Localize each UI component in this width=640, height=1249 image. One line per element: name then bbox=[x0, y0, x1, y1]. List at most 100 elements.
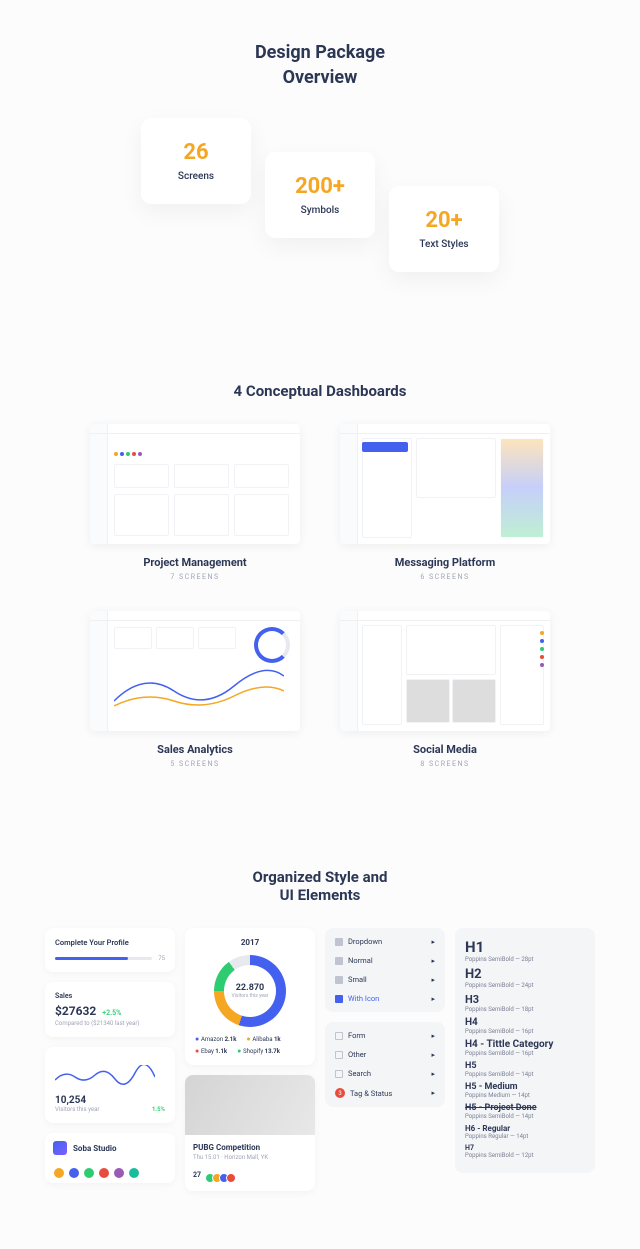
menu-item[interactable]: Normal ▸ bbox=[325, 951, 445, 970]
visitors-pct: 1.5% bbox=[152, 1106, 165, 1113]
menu-label: Tag & Status bbox=[350, 1089, 392, 1098]
type-spec: Poppins SemiBold — 28pt bbox=[465, 956, 585, 963]
chevron-right-icon: ▸ bbox=[431, 938, 435, 946]
sales-pct: +2.5% bbox=[102, 1009, 121, 1017]
hero-title-2: Overview bbox=[0, 65, 640, 90]
event-card: PUBG Competition Thu 15.01 · Horizon Mal… bbox=[185, 1075, 315, 1191]
ui-elements-row: Complete Your Profile 75 Sales $27632 +2… bbox=[0, 928, 640, 1191]
stats-row: 26 Screens 200+ Symbols 20+ Text Styles bbox=[0, 118, 640, 272]
dashboard-title: Sales Analytics bbox=[90, 743, 300, 756]
stat-num: 200+ bbox=[285, 174, 355, 199]
legend-item: Amazon 2.1k bbox=[195, 1035, 236, 1043]
chevron-right-icon: ▸ bbox=[431, 995, 435, 1003]
type-row: H4 Poppins SemiBold — 16pt bbox=[465, 1017, 585, 1035]
type-heading: H2 bbox=[465, 967, 585, 982]
sales-card: Sales $27632 +2.5% Compared to ($21340 l… bbox=[45, 982, 175, 1037]
typography-list: H1 Poppins SemiBold — 28pt H2 Poppins Se… bbox=[455, 928, 595, 1173]
dashboard-title: Project Management bbox=[90, 556, 300, 569]
dashboards-heading: 4 Conceptual Dashboards bbox=[0, 382, 640, 400]
menu-item[interactable]: Form ▸ bbox=[325, 1026, 445, 1045]
type-spec: Poppins SemiBold — 14pt bbox=[465, 1113, 585, 1120]
hero-title-1: Design Package bbox=[0, 40, 640, 65]
event-sub: Thu 15.01 · Horizon Mall, YK bbox=[193, 1154, 307, 1161]
menu-icon bbox=[335, 938, 343, 946]
menu-item[interactable]: Dropdown ▸ bbox=[325, 932, 445, 951]
type-heading: H5 - Medium bbox=[465, 1082, 585, 1092]
type-heading: H4 bbox=[465, 1017, 585, 1028]
menu-list-2: Form ▸ Other ▸ Search ▸ 3Tag & Status ▸ bbox=[325, 1022, 445, 1107]
event-count: 27 bbox=[193, 1171, 201, 1179]
menu-icon bbox=[335, 995, 343, 1003]
type-row: H1 Poppins SemiBold — 28pt bbox=[465, 938, 585, 963]
soba-logo-icon bbox=[53, 1141, 67, 1155]
ui-heading-2: UI Elements bbox=[0, 886, 640, 904]
dashboard-title: Social Media bbox=[340, 743, 550, 756]
soba-card: Soba Studio bbox=[45, 1133, 175, 1183]
avatar-row bbox=[45, 1163, 175, 1183]
stat-num: 20+ bbox=[409, 208, 479, 233]
menu-item[interactable]: With Icon ▸ bbox=[325, 989, 445, 1008]
stat-card: 26 Screens bbox=[141, 118, 251, 204]
menu-icon bbox=[335, 1051, 343, 1059]
donut-sub: Visitors this year bbox=[232, 993, 269, 999]
type-spec: Poppins SemiBold — 14pt bbox=[465, 1071, 585, 1078]
type-spec: Poppins Regular — 14pt bbox=[465, 1133, 585, 1140]
sparkline-icon bbox=[55, 1065, 155, 1087]
type-row: H5 - Medium Poppins Medium — 14pt bbox=[465, 1082, 585, 1099]
soba-name: Soba Studio bbox=[73, 1144, 116, 1153]
type-spec: Poppins Medium — 14pt bbox=[465, 1092, 585, 1099]
type-row: H7 Poppins SemiBold — 12pt bbox=[465, 1144, 585, 1159]
dashboard-thumb bbox=[340, 611, 550, 731]
menu-label: Normal bbox=[348, 956, 373, 965]
visitors-sub: Visitors this year bbox=[55, 1106, 99, 1113]
dashboard-title: Messaging Platform bbox=[340, 556, 550, 569]
menu-item[interactable]: Small ▸ bbox=[325, 970, 445, 989]
sales-sub: Compared to ($21340 last year) bbox=[55, 1020, 165, 1027]
dashboard-thumb bbox=[90, 424, 300, 544]
sales-value: $27632 bbox=[55, 1004, 96, 1018]
type-heading: H1 bbox=[465, 938, 585, 956]
menu-label: With Icon bbox=[348, 994, 379, 1003]
menu-icon bbox=[335, 957, 343, 965]
donut-chart-icon: 22.870 Visitors this year bbox=[214, 955, 286, 1027]
type-heading: H7 bbox=[465, 1144, 585, 1152]
menu-item[interactable]: Other ▸ bbox=[325, 1045, 445, 1064]
type-row: H6 - Regular Poppins Regular — 14pt bbox=[465, 1124, 585, 1140]
menu-label: Other bbox=[348, 1050, 366, 1059]
dashboard-sub: 6 Screens bbox=[340, 573, 550, 581]
visitors-num: 10,254 bbox=[55, 1095, 99, 1106]
menu-label: Form bbox=[348, 1031, 365, 1040]
menu-icon bbox=[335, 1070, 343, 1078]
dashboard-sub: 8 Screens bbox=[340, 760, 550, 768]
menu-item[interactable]: 3Tag & Status ▸ bbox=[325, 1083, 445, 1103]
dashboard-item: Sales Analytics 5 Screens bbox=[90, 611, 300, 768]
donut-year: 2017 bbox=[195, 938, 305, 947]
dashboard-item: Project Management 7 Screens bbox=[90, 424, 300, 581]
profile-label: Complete Your Profile bbox=[55, 938, 165, 947]
menu-icon bbox=[335, 1032, 343, 1040]
dashboard-sub: 5 Screens bbox=[90, 760, 300, 768]
donut-card: 2017 22.870 Visitors this year Amazon 2.… bbox=[185, 928, 315, 1065]
type-row: H5 - Project Done Poppins SemiBold — 14p… bbox=[465, 1103, 585, 1120]
progress-pct: 75 bbox=[158, 955, 165, 962]
chevron-right-icon: ▸ bbox=[431, 957, 435, 965]
dashboard-thumb bbox=[340, 424, 550, 544]
type-spec: Poppins SemiBold — 16pt bbox=[465, 1028, 585, 1035]
type-row: H3 Poppins SemiBold — 18pt bbox=[465, 993, 585, 1013]
dashboard-thumb bbox=[90, 611, 300, 731]
stat-label: Text Styles bbox=[409, 239, 479, 250]
chevron-right-icon: ▸ bbox=[431, 1032, 435, 1040]
stat-label: Screens bbox=[161, 171, 231, 182]
sales-label: Sales bbox=[55, 992, 165, 1000]
stat-card: 20+ Text Styles bbox=[389, 186, 499, 272]
event-photo bbox=[185, 1075, 315, 1135]
menu-item[interactable]: Search ▸ bbox=[325, 1064, 445, 1083]
type-spec: Poppins SemiBold — 24pt bbox=[465, 982, 585, 989]
event-title: PUBG Competition bbox=[193, 1143, 307, 1152]
stat-num: 26 bbox=[161, 140, 231, 165]
progress-bar bbox=[55, 957, 152, 960]
menu-label: Search bbox=[348, 1069, 371, 1078]
type-spec: Poppins SemiBold — 16pt bbox=[465, 1050, 585, 1057]
legend-item: Alibaba 1k bbox=[246, 1035, 280, 1043]
type-row: H5 Poppins SemiBold — 14pt bbox=[465, 1061, 585, 1078]
